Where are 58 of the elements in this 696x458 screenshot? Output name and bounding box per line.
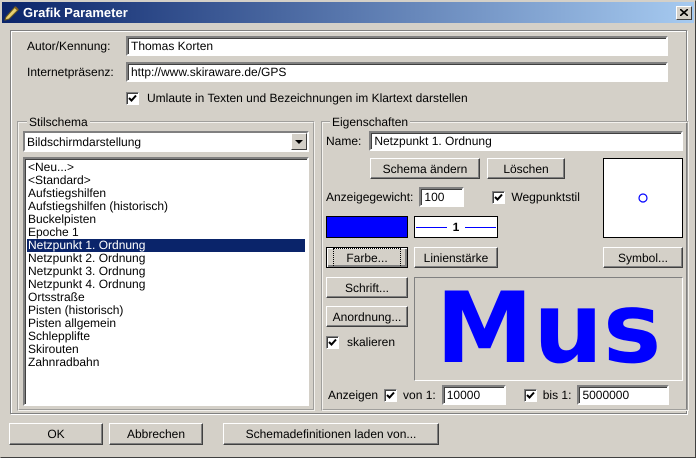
list-item[interactable]: Netzpunkt 2. Ordnung [27, 252, 305, 265]
group-title: Stilschema [28, 115, 89, 129]
from-scale-field[interactable]: 10000 [442, 385, 506, 405]
delete-button[interactable]: Löschen [487, 158, 565, 179]
name-field[interactable]: Netzpunkt 1. Ordnung [369, 131, 683, 151]
load-definitions-button[interactable]: Schemadefinitionen laden von... [223, 423, 439, 445]
list-item[interactable]: Skirouten [27, 343, 305, 356]
checkbox-label: Wegpunktstil [511, 190, 580, 204]
list-item[interactable]: Schlepplifte [27, 330, 305, 343]
field-label: Internetpräsenz: [27, 65, 115, 79]
list-item[interactable]: Buckelpisten [27, 213, 305, 226]
list-item[interactable]: Ortsstraße [27, 291, 305, 304]
field-label: Anzeigen [328, 388, 378, 402]
dropdown-arrow-icon [295, 140, 303, 144]
line-width-value: 1 [452, 220, 460, 234]
list-item[interactable]: Aufstiegshilfen [27, 187, 305, 200]
list-item[interactable]: Pisten allgemein [27, 317, 305, 330]
website-field[interactable]: http://www.skiraware.de/GPS [126, 62, 668, 82]
cancel-button[interactable]: Abbrechen [109, 423, 203, 445]
close-button[interactable] [676, 6, 692, 20]
change-scheme-button[interactable]: Schema ändern [370, 158, 480, 179]
list-item[interactable]: <Standard> [27, 174, 305, 187]
color-button[interactable]: Farbe... [326, 247, 408, 268]
line-width-button[interactable]: Linienstärke [414, 247, 498, 268]
pencil-icon [4, 4, 20, 20]
ok-button[interactable]: OK [9, 423, 103, 445]
scheme-dropdown[interactable]: Bildschirmdarstellung [23, 131, 309, 152]
checkbox[interactable] [524, 388, 537, 402]
author-field[interactable]: Thomas Korten [126, 36, 668, 56]
font-button[interactable]: Schrift... [326, 277, 408, 298]
list-item[interactable]: Aufstiegshilfen (historisch) [27, 200, 305, 213]
checkbox[interactable] [384, 388, 398, 402]
checkbox-label: bis 1: [542, 388, 572, 402]
list-item[interactable]: Pisten (historisch) [27, 304, 305, 317]
field-label: Autor/Kennung: [27, 39, 112, 53]
list-item[interactable]: <Neu...> [27, 161, 305, 174]
symbol-button[interactable]: Symbol... [603, 247, 683, 268]
list-item[interactable]: Netzpunkt 4. Ordnung [27, 278, 305, 291]
preview-text: Mus [436, 280, 662, 378]
list-item[interactable]: Zahnradbahn [27, 356, 305, 369]
list-item[interactable]: Netzpunkt 1. Ordnung [27, 239, 305, 252]
field-label: Anzeigegewicht: [326, 190, 414, 204]
checkbox[interactable] [126, 92, 139, 104]
checkbox-label: skalieren [347, 335, 396, 349]
list-item[interactable]: Epoche 1 [27, 226, 305, 239]
circle-icon [638, 193, 648, 203]
checkbox-label: von 1: [403, 388, 436, 402]
checkbox-label: Umlaute in Texten und Bezeichnungen im Klartext darstellen [147, 91, 468, 105]
to-scale-field[interactable]: 5000000 [577, 385, 670, 405]
checkbox[interactable] [326, 336, 339, 348]
list-item[interactable]: Netzpunkt 3. Ordnung [27, 265, 305, 278]
close-icon [680, 9, 688, 16]
window-title: Grafik Parameter [23, 5, 129, 20]
field-label: Name: [326, 134, 362, 148]
checkbox[interactable] [492, 190, 506, 204]
arrangement-button[interactable]: Anordnung... [326, 306, 408, 327]
weight-field[interactable]: 100 [419, 187, 464, 207]
group-title: Eigenschaften [331, 115, 410, 129]
